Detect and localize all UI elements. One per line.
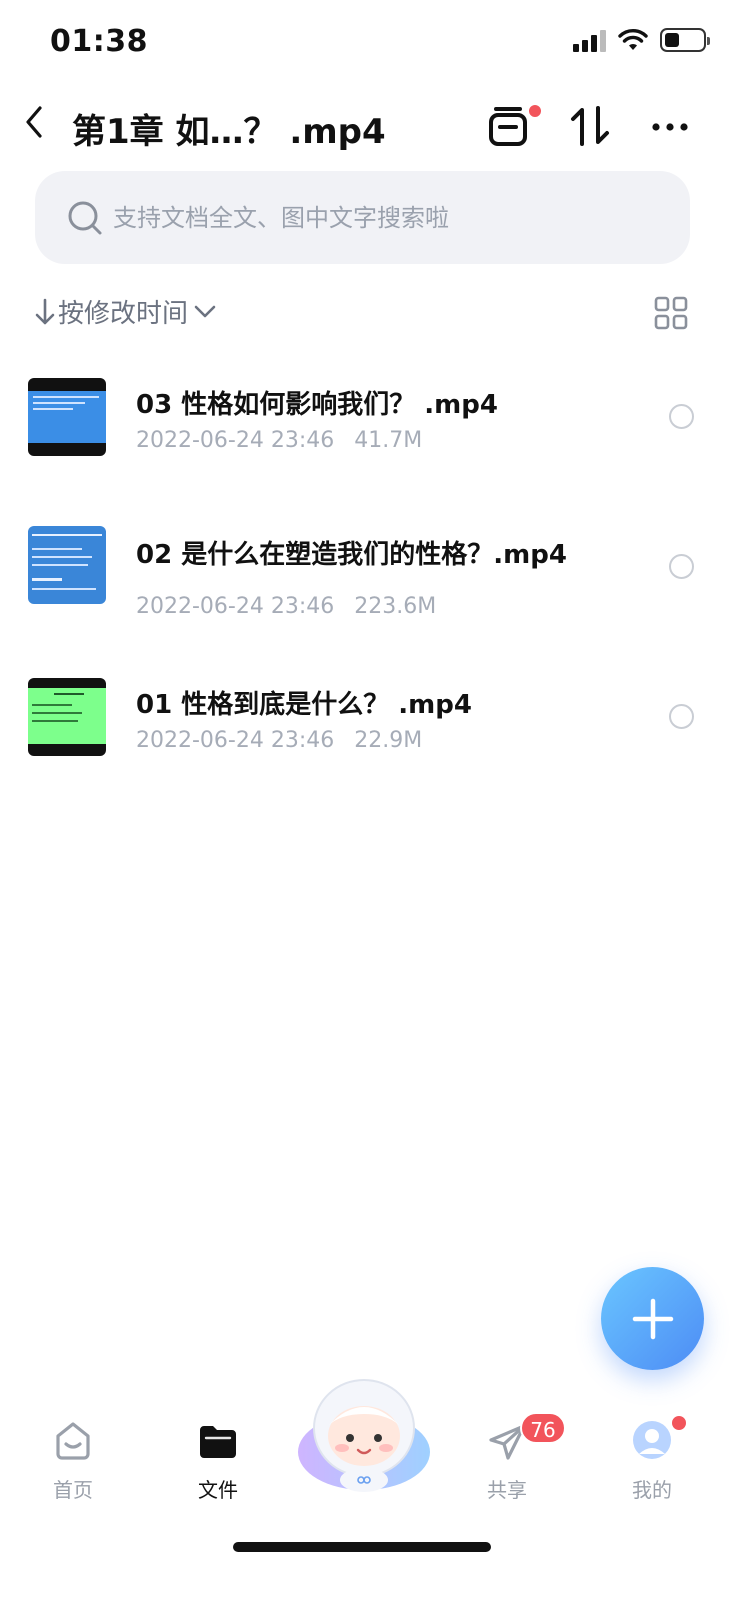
share-count-badge: 76 xyxy=(520,1412,566,1444)
file-date: 2022-06-24 23:46 xyxy=(136,594,335,619)
assistant-mascot-icon[interactable] xyxy=(296,1378,432,1496)
notification-dot xyxy=(527,103,543,119)
sort-dropdown[interactable]: 按修改时间 xyxy=(34,293,218,330)
search-bar[interactable] xyxy=(35,171,690,264)
grid-view-icon[interactable] xyxy=(654,296,688,330)
select-radio[interactable] xyxy=(669,404,694,429)
up-down-arrows-icon[interactable] xyxy=(568,104,612,148)
video-thumbnail xyxy=(28,678,106,756)
file-date: 2022-06-24 23:46 xyxy=(136,428,335,453)
arrow-down-icon xyxy=(35,298,55,324)
file-meta: 2022-06-24 23:46 41.7M xyxy=(136,428,422,453)
status-icons xyxy=(573,28,710,52)
file-name: 02 是什么在塑造我们的性格？.mp4 xyxy=(136,540,567,570)
video-thumbnail xyxy=(28,526,106,604)
notification-dot xyxy=(670,1414,688,1432)
page-title: 第1章 如…？ .mp4 xyxy=(72,112,386,152)
file-size: 22.9M xyxy=(354,728,423,753)
tab-label: 我的 xyxy=(632,1478,672,1502)
folder-icon xyxy=(200,1426,236,1458)
thumb-fill xyxy=(28,391,106,443)
file-size: 41.7M xyxy=(354,428,423,453)
file-browser-screen: 01:38 第1章 如…？ .mp4 支持文档全文、图中文字搜索啦 按修改时间 … xyxy=(0,0,750,1624)
signal-icon xyxy=(573,28,606,52)
plus-icon xyxy=(632,1298,674,1340)
status-time: 01:38 xyxy=(50,24,148,59)
sort-label: 按修改时间 xyxy=(58,299,189,329)
more-horizontal-icon[interactable] xyxy=(648,104,692,148)
home-icon xyxy=(56,1422,90,1460)
file-name: 01 性格到底是什么？ .mp4 xyxy=(136,690,472,720)
add-button[interactable] xyxy=(601,1267,704,1370)
file-date: 2022-06-24 23:46 xyxy=(136,728,335,753)
user-avatar-icon xyxy=(633,1421,671,1459)
tab-label: 文件 xyxy=(198,1478,238,1502)
tab-files[interactable]: 文件 xyxy=(163,1418,273,1508)
select-radio[interactable] xyxy=(669,704,694,729)
tab-home[interactable]: 首页 xyxy=(18,1418,128,1508)
file-meta: 2022-06-24 23:46 223.6M xyxy=(136,594,436,619)
tab-label: 共享 xyxy=(487,1478,527,1502)
file-meta: 2022-06-24 23:46 22.9M xyxy=(136,728,422,753)
video-thumbnail xyxy=(28,378,106,456)
chevron-left-icon[interactable] xyxy=(20,102,50,142)
search-input[interactable] xyxy=(113,203,653,232)
tab-label: 首页 xyxy=(53,1478,93,1502)
file-row[interactable]: 02 是什么在塑造我们的性格？.mp4 2022-06-24 23:46 223.… xyxy=(0,520,750,640)
file-name: 03 性格如何影响我们？ .mp4 xyxy=(136,390,498,420)
tab-mine[interactable]: 我的 xyxy=(597,1418,707,1508)
battery-icon xyxy=(660,28,710,52)
file-row[interactable]: 01 性格到底是什么？ .mp4 2022-06-24 23:46 22.9M xyxy=(0,670,750,790)
chevron-down-icon xyxy=(194,305,216,317)
wifi-icon xyxy=(618,29,648,50)
clipboard-icon[interactable] xyxy=(486,104,530,148)
file-size: 223.6M xyxy=(354,594,437,619)
search-icon xyxy=(68,201,102,234)
file-row[interactable]: 03 性格如何影响我们？ .mp4 2022-06-24 23:46 41.7M xyxy=(0,370,750,490)
select-radio[interactable] xyxy=(669,554,694,579)
home-indicator xyxy=(233,1542,491,1552)
